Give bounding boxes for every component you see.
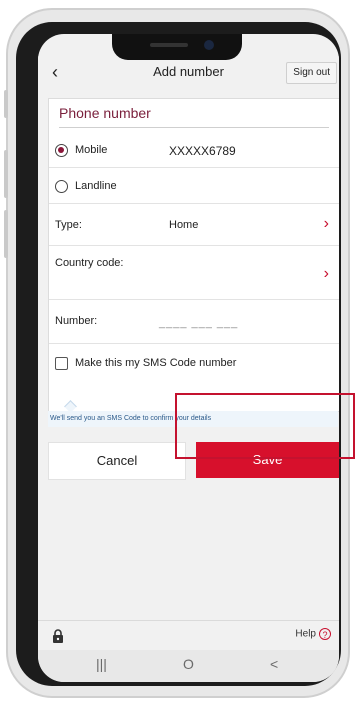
radio-mobile[interactable] [55,144,68,157]
side-button [4,150,8,198]
divider [49,203,339,204]
recents-icon[interactable]: ||| [96,656,107,672]
divider [49,343,339,344]
divider [49,245,339,246]
help-link[interactable]: Help? [295,628,331,640]
type-selector[interactable]: Type: Home › [49,207,339,243]
section-title: Phone number [59,105,151,121]
country-code-label: Country code: [55,257,124,269]
notch [112,34,242,60]
sms-checkbox[interactable] [55,357,68,370]
type-label: Type: [55,219,82,231]
screen: ‹ Add number Sign out Phone number Mobil… [38,34,339,682]
side-button [4,90,8,118]
sms-checkbox-label: Make this my SMS Code number [75,357,237,369]
divider [38,620,339,621]
divider [49,299,339,300]
save-highlight-box [175,393,355,459]
chevron-right-icon: › [323,215,329,232]
app-bar: ‹ Add number Sign out [38,56,339,90]
cancel-button[interactable]: Cancel [48,442,186,480]
radio-landline[interactable] [55,180,68,193]
number-label: Number: [55,315,98,327]
mobile-number-value: XXXXX6789 [169,144,236,158]
sign-out-button[interactable]: Sign out [286,62,337,84]
divider [49,167,339,168]
landline-label: Landline [75,180,117,192]
system-nav-bar: ||| O < [38,650,339,682]
home-icon[interactable]: O [183,656,194,672]
number-input[interactable]: ____ ___ ___ [159,317,238,329]
mobile-option[interactable]: Mobile XXXXX6789 [49,139,339,163]
camera [204,40,214,50]
landline-option[interactable]: Landline [49,175,339,199]
number-field[interactable]: Number: ____ ___ ___ [49,305,339,339]
phone-number-form: Phone number Mobile XXXXX6789 Landline T… [48,98,339,412]
divider [59,127,329,128]
country-code-selector[interactable]: Country code: › [49,249,339,295]
side-button [4,210,8,258]
lock-icon [53,629,63,643]
mobile-label: Mobile [75,144,108,156]
help-label: Help [295,628,316,640]
chevron-right-icon: › [323,265,329,282]
help-circle-icon: ? [319,628,331,640]
speaker [150,43,188,47]
back-icon[interactable]: < [270,656,278,672]
sms-checkbox-row[interactable]: Make this my SMS Code number [49,349,339,379]
type-value: Home [169,219,199,231]
